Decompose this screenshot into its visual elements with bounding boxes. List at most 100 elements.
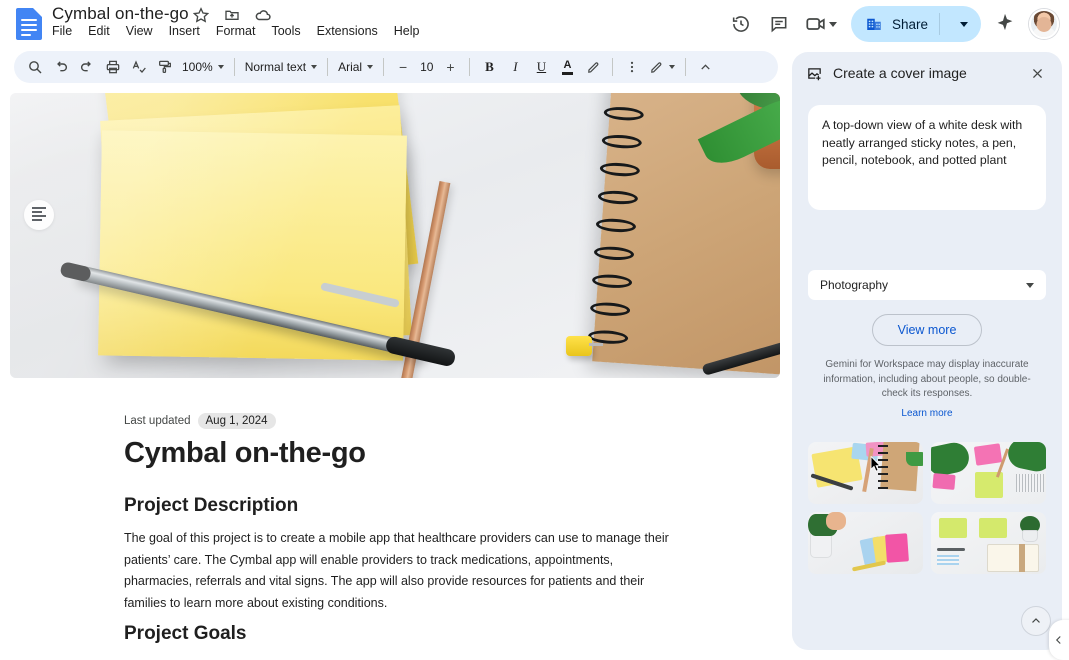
text-color-button[interactable]: A (554, 54, 580, 80)
toolbar-divider (685, 58, 687, 76)
menu-insert[interactable]: Insert (169, 24, 200, 38)
cover-sticky-note-bottom (98, 130, 407, 361)
image-options-icon[interactable] (24, 200, 54, 230)
scroll-to-top-button[interactable] (1021, 606, 1051, 636)
move-to-folder-icon[interactable] (223, 6, 241, 24)
prompt-input[interactable]: A top-down view of a white desk with nea… (808, 105, 1046, 210)
thumb3-pink-note (885, 533, 909, 563)
edit-mode-dropdown[interactable] (645, 54, 679, 80)
title-icon-group (192, 6, 272, 24)
gemini-spark-icon[interactable] (995, 12, 1015, 37)
avatar[interactable] (1029, 9, 1059, 39)
thumbnail-1[interactable] (808, 442, 923, 504)
thumb2-notebook (1016, 474, 1044, 492)
meet-camera-button[interactable] (805, 13, 837, 35)
generated-image-grid (808, 442, 1046, 574)
collapse-panel-button[interactable] (1049, 620, 1069, 660)
image-add-icon (808, 67, 821, 80)
share-button[interactable]: Share (850, 6, 981, 42)
highlight-pen-icon[interactable] (580, 54, 606, 80)
last-updated-chip[interactable]: Aug 1, 2024 (197, 413, 276, 429)
chevron-up-icon (1032, 618, 1040, 623)
italic-button[interactable]: I (502, 54, 528, 80)
menu-file[interactable]: File (52, 24, 72, 38)
top-bar: Cymbal on-the-go File Edit View Insert F… (0, 0, 1069, 46)
paragraph-style-dropdown[interactable]: Normal text (241, 54, 321, 80)
style-dropdown[interactable]: Photography (808, 270, 1046, 300)
chevron-down-icon (311, 65, 318, 69)
toolbar-divider (383, 58, 385, 76)
chevron-down-icon (1026, 282, 1034, 288)
bold-button[interactable]: B (476, 54, 502, 80)
toolbar-divider (612, 58, 614, 76)
decrease-font-size-button[interactable]: − (390, 54, 416, 80)
search-icon[interactable] (22, 54, 48, 80)
undo-icon[interactable] (48, 54, 74, 80)
font-family-dropdown[interactable]: Arial (334, 54, 377, 80)
menu-tools[interactable]: Tools (271, 24, 300, 38)
paint-format-icon[interactable] (152, 54, 178, 80)
share-building-icon (867, 18, 881, 30)
print-icon[interactable] (100, 54, 126, 80)
redo-icon[interactable] (74, 54, 100, 80)
menu-extensions[interactable]: Extensions (317, 24, 378, 38)
share-dropdown-button[interactable] (951, 21, 977, 27)
increase-font-size-button[interactable]: + (437, 54, 463, 80)
google-docs-icon[interactable] (16, 8, 42, 40)
thumb4-pen (937, 548, 965, 551)
disclaimer-text: Gemini for Workspace may display inaccur… (823, 359, 1031, 399)
chevron-down-icon (960, 21, 968, 27)
top-right-actions: Share (729, 5, 1059, 43)
thumb2-pink-note (973, 443, 1003, 466)
cover-image[interactable] (10, 93, 780, 378)
paragraph-style-value: Normal text (244, 60, 307, 74)
formatting-toolbar: 100% Normal text Arial − 10 + B I U A (14, 51, 778, 83)
menu-format[interactable]: Format (216, 24, 256, 38)
section-heading-project-description: Project Description (124, 495, 299, 516)
menu-bar: File Edit View Insert Format Tools Exten… (52, 24, 420, 38)
learn-more-link[interactable]: Learn more (792, 408, 1062, 419)
thumbnail-2[interactable] (931, 442, 1046, 504)
panel-title: Create a cover image (833, 65, 967, 81)
toolbar-divider (469, 58, 471, 76)
underline-button[interactable]: U (528, 54, 554, 80)
thumbnail-4[interactable] (931, 512, 1046, 574)
menu-help[interactable]: Help (394, 24, 420, 38)
view-more-button[interactable]: View more (872, 314, 982, 346)
chevron-down-icon (367, 65, 374, 69)
collapse-toolbar-button[interactable] (692, 54, 718, 80)
thumb4-green-note-1 (939, 518, 967, 538)
more-vertical-icon[interactable] (619, 54, 645, 80)
text-color-swatch (561, 71, 573, 75)
last-updated-row: Last updated Aug 1, 2024 (124, 413, 276, 429)
thumb4-plant-pot (1022, 530, 1038, 542)
thumb4-notebook-spine (1019, 544, 1025, 572)
thumb4-blue-note (937, 555, 959, 565)
meet-camera-icon (806, 18, 825, 30)
close-icon[interactable] (1026, 62, 1048, 84)
document-canvas: Last updated Aug 1, 2024 Cymbal on-the-g… (0, 88, 790, 660)
section-heading-project-goals: Project Goals (124, 623, 247, 644)
cover-pushpin (566, 336, 603, 356)
comment-icon[interactable] (767, 12, 791, 36)
share-button-label: Share (891, 16, 928, 32)
menu-view[interactable]: View (126, 24, 153, 38)
google-docs-window: Cymbal on-the-go File Edit View Insert F… (0, 0, 1069, 660)
version-history-icon[interactable] (729, 12, 753, 36)
star-icon[interactable] (192, 6, 210, 24)
thumb2-leaf-right (1005, 442, 1046, 475)
zoom-dropdown[interactable]: 100% (178, 54, 228, 80)
font-size-value[interactable]: 10 (416, 54, 437, 80)
menu-edit[interactable]: Edit (88, 24, 110, 38)
spellcheck-icon[interactable] (126, 54, 152, 80)
thumb2-pink-note-2 (932, 473, 956, 490)
image-options-lines (32, 207, 46, 223)
thumbnail-3[interactable] (808, 512, 923, 574)
chevron-up-icon (701, 63, 710, 70)
share-divider (939, 13, 940, 35)
mouse-cursor (870, 456, 881, 472)
section-body-project-description[interactable]: The goal of this project is to create a … (124, 528, 669, 614)
text-color-label: A (563, 58, 572, 71)
document-title[interactable]: Cymbal on-the-go (52, 4, 189, 24)
cloud-saved-icon[interactable] (254, 6, 272, 24)
